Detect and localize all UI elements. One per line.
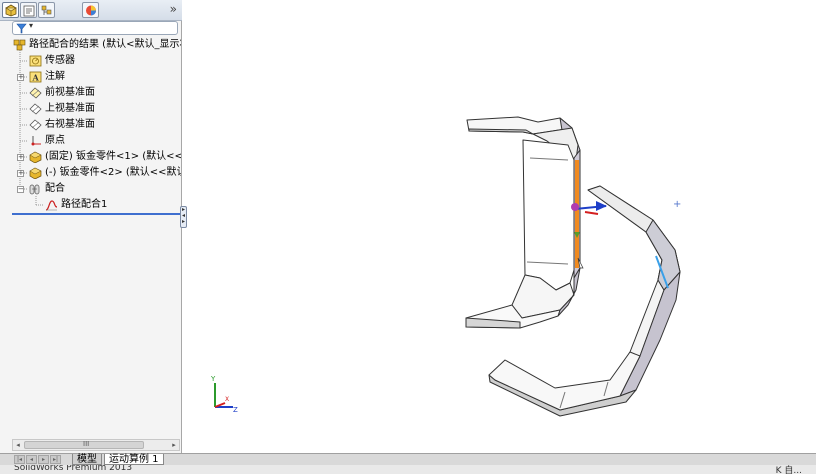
panel-separator [12, 213, 182, 215]
first-tab-button[interactable]: |◂ [14, 455, 25, 464]
feature-manager-icon [4, 4, 18, 17]
next-tab-button[interactable]: ▸ [38, 455, 49, 464]
tree-item-label: 注解 [45, 71, 65, 82]
configuration-manager-tab[interactable] [38, 2, 55, 18]
origin-icon [31, 136, 41, 146]
tree-item-label: 右视基准面 [45, 119, 95, 130]
tree-item-part-1[interactable]: (固定) 钣金零件<1> (默认<<默认>_显示状态 1>) [29, 149, 181, 165]
expand-annotations-button[interactable]: + [17, 74, 24, 81]
horizontal-scrollbar[interactable]: ◂ III ▸ [12, 439, 180, 451]
expand-part2-button[interactable]: + [17, 170, 24, 177]
tree-item-label: (固定) 钣金零件<1> (默认<<默认>_显示状态 1>) [45, 151, 181, 162]
svg-text:A: A [32, 73, 40, 83]
part-icon [29, 167, 42, 179]
tab-motion-study[interactable]: 运动算例 1 [104, 454, 164, 465]
display-manager-tab[interactable] [82, 2, 99, 18]
feature-manager-tab[interactable] [2, 2, 19, 18]
property-manager-tab[interactable] [20, 2, 37, 18]
sheetmetal-part-1 [465, 116, 581, 329]
crosshair-icon: + [673, 199, 682, 210]
tree-item-label: 原点 [45, 135, 65, 146]
tree-item-label: 前视基准面 [45, 87, 95, 98]
status-right-text: K 自... [775, 466, 802, 474]
tree-root[interactable]: 路径配合的结果 (默认<默认_显示状态-1>) [13, 37, 181, 53]
prev-tab-button[interactable]: ◂ [26, 455, 37, 464]
scrollbar-thumb[interactable]: III [24, 440, 144, 449]
status-app-name: SolidWorks Premium 2013 [14, 465, 133, 473]
assembly-icon [13, 39, 26, 51]
tree-item-label: 传感器 [45, 55, 75, 66]
graphics-viewport[interactable]: + [188, 0, 816, 453]
triad-z-label: Z [233, 406, 238, 414]
plane-icon [29, 87, 42, 99]
part-icon [29, 151, 42, 163]
tree-item-label: (-) 钣金零件<2> (默认<<默认>_显示状态 1>) [45, 167, 181, 178]
tree-root-label: 路径配合的结果 (默认<默认_显示状态-1>) [29, 39, 181, 50]
sensor-icon [29, 55, 42, 67]
tree-item-label: 配合 [45, 183, 65, 194]
scroll-right-arrow-icon[interactable]: ▸ [169, 440, 179, 450]
tree-filter[interactable]: ▾ [12, 21, 178, 35]
expand-part1-button[interactable]: + [17, 154, 24, 161]
more-tabs-button[interactable]: » [170, 2, 177, 16]
status-bar: SolidWorks Premium 2013 K 自... [0, 465, 816, 474]
tree-item-label: 路径配合1 [61, 199, 108, 210]
sheetmetal-model-view[interactable] [188, 0, 816, 453]
panel-splitter-handle[interactable]: ▸ ◂ ▸ [180, 206, 187, 228]
triad-x-label: X [225, 396, 229, 403]
path-mate-icon [45, 200, 58, 211]
tree-item-part-2[interactable]: (-) 钣金零件<2> (默认<<默认>_显示状态 1>) [29, 165, 181, 181]
panel-tab-bar: » [0, 0, 182, 21]
collapse-mates-button[interactable]: − [17, 186, 24, 193]
triad-y-label: Y [210, 375, 216, 383]
scroll-grip: III [83, 440, 90, 448]
tab-model[interactable]: 模型 [72, 454, 102, 465]
property-manager-icon [23, 5, 35, 17]
path-edge-highlight [575, 160, 579, 268]
configuration-manager-icon [41, 5, 52, 15]
plane-icon [29, 119, 42, 131]
mates-icon [29, 184, 40, 195]
annotation-icon: A [29, 71, 42, 83]
plane-icon [29, 103, 42, 115]
orientation-triad: Y Z X [210, 375, 238, 414]
last-tab-button[interactable]: ▸| [50, 455, 61, 464]
filter-dropdown-arrow[interactable]: ▾ [29, 21, 33, 30]
display-manager-icon [86, 5, 96, 16]
scroll-left-arrow-icon[interactable]: ◂ [13, 440, 23, 450]
filter-icon [16, 23, 27, 34]
feature-manager-panel: » ▾ 路径配合的结果 (默认<默认_显示状 [0, 0, 182, 453]
tree-item-label: 上视基准面 [45, 103, 95, 114]
